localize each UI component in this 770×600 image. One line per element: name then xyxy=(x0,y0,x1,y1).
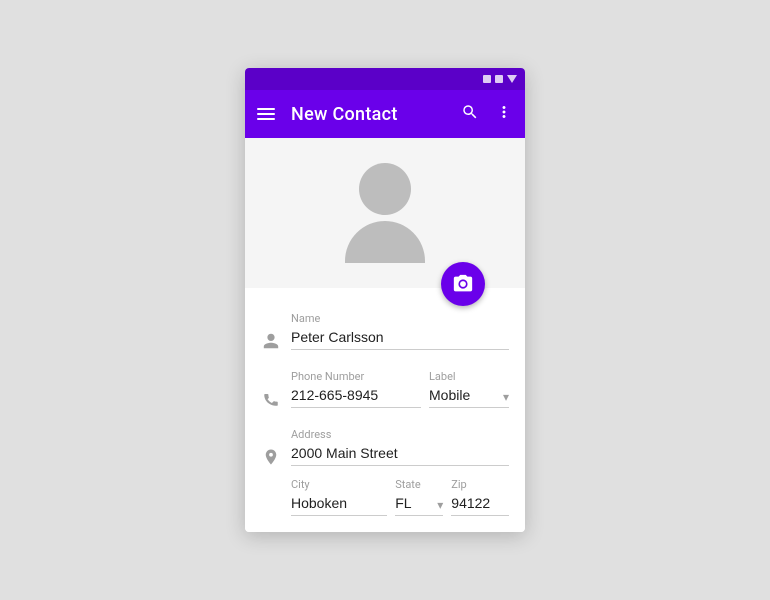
phone-type-wrap: Label Mobile Home Work Other xyxy=(429,370,509,408)
status-bar xyxy=(245,68,525,90)
avatar-head xyxy=(359,163,411,215)
state-input-group: State FL CA NY TX xyxy=(395,478,443,516)
phone-type-label: Label xyxy=(429,370,509,383)
status-icon-2 xyxy=(495,75,503,83)
zip-label: Zip xyxy=(451,478,509,491)
camera-fab-button[interactable] xyxy=(441,262,485,306)
name-input[interactable] xyxy=(291,327,509,350)
zip-wrap: Zip xyxy=(451,478,509,516)
search-icon[interactable] xyxy=(461,103,479,125)
state-label: State xyxy=(395,478,443,491)
status-icon-1 xyxy=(483,75,491,83)
name-input-group: Name xyxy=(291,312,509,350)
address-input-group: Address xyxy=(291,428,509,466)
city-input-group: City xyxy=(291,478,387,516)
city-label: City xyxy=(291,478,387,491)
avatar-body xyxy=(345,221,425,263)
state-select-wrapper: FL CA NY TX xyxy=(395,493,443,516)
phone-type-select[interactable]: Mobile Home Work Other xyxy=(429,385,509,408)
name-label: Name xyxy=(291,312,509,325)
menu-icon[interactable] xyxy=(257,108,275,120)
name-field-content: Name xyxy=(291,312,509,350)
phone-frame: New Contact xyxy=(245,68,525,532)
city-input[interactable] xyxy=(291,493,387,516)
phone-input-group: Phone Number xyxy=(291,370,421,408)
more-icon[interactable] xyxy=(495,103,513,125)
address-input[interactable] xyxy=(291,443,509,466)
phone-label-row: Phone Number Label Mobile Home Work xyxy=(291,370,509,408)
phone-input[interactable] xyxy=(291,385,421,408)
state-select[interactable]: FL CA NY TX xyxy=(395,493,443,516)
phone-label: Phone Number xyxy=(291,370,421,383)
camera-icon xyxy=(452,273,474,295)
phone-type-group: Label Mobile Home Work Other xyxy=(429,370,509,408)
state-wrap: State FL CA NY TX xyxy=(395,478,443,516)
zip-input[interactable] xyxy=(451,493,509,516)
status-icon-triangle xyxy=(507,75,517,83)
phone-field-content: Phone Number Label Mobile Home Work xyxy=(291,370,509,408)
name-field-row: Name xyxy=(261,312,509,350)
phone-type-select-wrapper: Mobile Home Work Other xyxy=(429,385,509,408)
person-icon xyxy=(261,332,281,350)
city-wrap: City xyxy=(291,478,387,516)
avatar xyxy=(345,163,425,263)
city-state-zip-row: City State FL CA NY TX xyxy=(261,478,509,516)
page-title: New Contact xyxy=(291,104,445,125)
avatar-section xyxy=(245,138,525,288)
form-section: Name Phone Number xyxy=(245,288,525,532)
address-field-row: Address xyxy=(261,428,509,466)
zip-input-group: Zip xyxy=(451,478,509,516)
address-field-content: Address xyxy=(291,428,509,466)
phone-icon xyxy=(261,390,281,408)
phone-field-row: Phone Number Label Mobile Home Work xyxy=(261,370,509,408)
phone-field-wrap: Phone Number xyxy=(291,370,421,408)
location-icon xyxy=(261,448,281,466)
address-label: Address xyxy=(291,428,509,441)
app-bar: New Contact xyxy=(245,90,525,138)
